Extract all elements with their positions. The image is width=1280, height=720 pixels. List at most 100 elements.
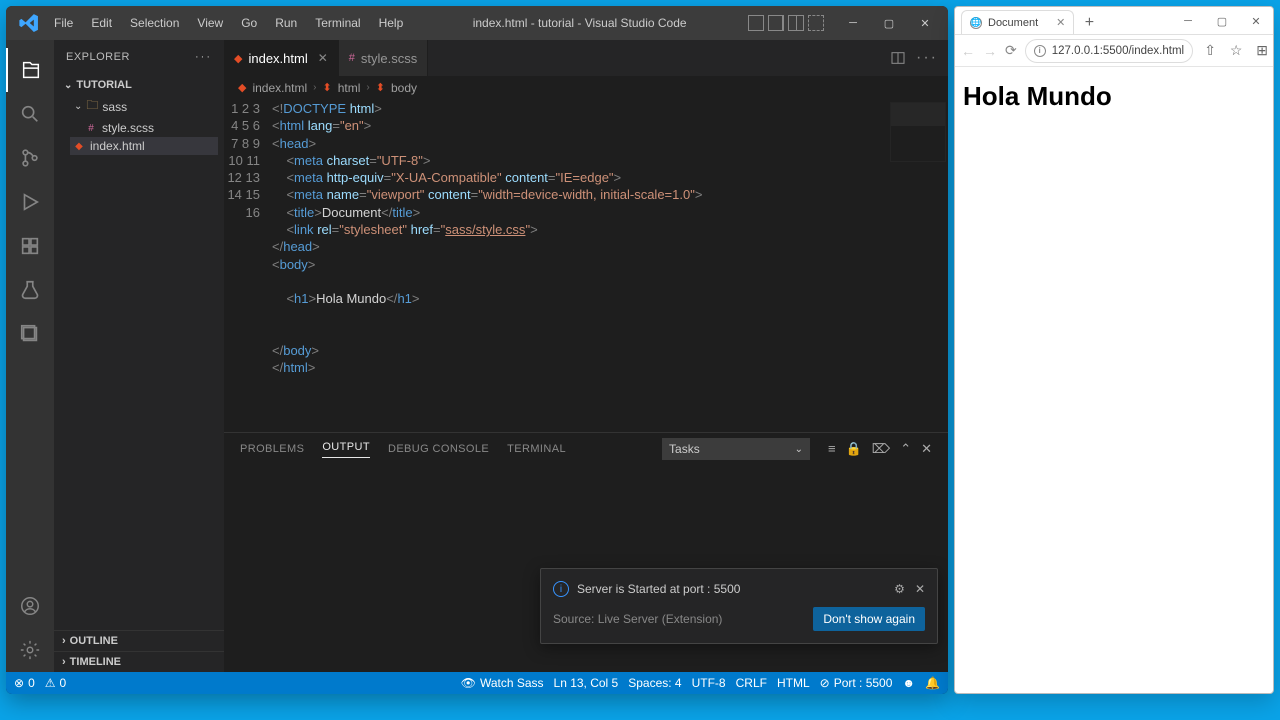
menu-bar: File Edit Selection View Go Run Terminal…	[46, 12, 411, 34]
panel-output[interactable]: OUTPUT	[322, 441, 370, 458]
minimize-button[interactable]: ─	[836, 9, 870, 37]
layout-icon[interactable]	[748, 15, 764, 31]
panel-clear-icon[interactable]: ⌦	[872, 441, 890, 457]
status-errors[interactable]: ⊗ 0	[14, 676, 35, 690]
toast-close-icon[interactable]: ✕	[915, 582, 925, 596]
run-debug-icon[interactable]	[6, 180, 54, 224]
status-warnings[interactable]: ⚠ 0	[45, 676, 66, 690]
timeline-section[interactable]: ›TIMELINE	[54, 651, 224, 672]
browser-maximize-button[interactable]: ▢	[1205, 8, 1239, 34]
accounts-icon[interactable]	[6, 584, 54, 628]
status-feedback-icon[interactable]: ☻	[902, 676, 915, 690]
address-bar[interactable]: i 127.0.0.1:5500/index.html	[1025, 39, 1193, 63]
editor-area: ◆ index.html ✕ # style.scss ··· ◆ index.…	[224, 40, 948, 672]
vscode-window: File Edit Selection View Go Run Terminal…	[6, 6, 948, 694]
layout-icon[interactable]	[788, 15, 804, 31]
code-lines[interactable]: <!DOCTYPE html> <html lang="en"> <head> …	[272, 100, 948, 432]
share-icon[interactable]: ⇧	[1201, 42, 1219, 60]
settings-icon[interactable]	[6, 628, 54, 672]
vscode-titlebar: File Edit Selection View Go Run Terminal…	[6, 6, 948, 40]
status-port[interactable]: ⊘ Port : 5500	[820, 676, 893, 690]
activity-bar	[6, 40, 54, 672]
status-bell-icon[interactable]: 🔔	[925, 676, 940, 690]
explorer-more-icon[interactable]: ···	[195, 51, 212, 63]
menu-view[interactable]: View	[189, 12, 231, 34]
tab-style-scss[interactable]: # style.scss	[339, 40, 428, 76]
menu-file[interactable]: File	[46, 12, 81, 34]
panel-debug-console[interactable]: DEBUG CONSOLE	[388, 443, 489, 455]
toast-message: Server is Started at port : 5500	[577, 582, 740, 596]
toast-gear-icon[interactable]: ⚙	[894, 582, 905, 596]
remote-icon[interactable]	[6, 312, 54, 356]
status-encoding[interactable]: UTF-8	[692, 676, 726, 690]
status-bar: ⊗ 0 ⚠ 0 👁 Watch Sass Ln 13, Col 5 Spaces…	[6, 672, 948, 694]
code-editor[interactable]: 1 2 3 4 5 6 7 8 9 10 11 12 13 14 15 16 <…	[224, 100, 948, 432]
browser-minimize-button[interactable]: ─	[1171, 8, 1205, 34]
status-eol[interactable]: CRLF	[736, 676, 767, 690]
extensions-icon[interactable]	[6, 224, 54, 268]
panel-terminal[interactable]: TERMINAL	[507, 443, 566, 455]
dont-show-again-button[interactable]: Don't show again	[813, 607, 925, 631]
explorer-icon[interactable]	[6, 48, 54, 92]
folder-sass[interactable]: ⌄🗀sass	[70, 94, 218, 119]
project-section[interactable]: ⌄TUTORIAL	[60, 76, 218, 94]
status-language[interactable]: HTML	[777, 676, 810, 690]
menu-go[interactable]: Go	[233, 12, 265, 34]
close-button[interactable]: ✕	[908, 9, 942, 37]
menu-run[interactable]: Run	[267, 12, 305, 34]
status-watch-sass[interactable]: 👁 Watch Sass	[461, 676, 544, 690]
breadcrumbs[interactable]: ◆ index.html› ⬍ html› ⬍ body	[224, 76, 948, 100]
panel-close-icon[interactable]: ✕	[921, 441, 932, 457]
panel-expand-icon[interactable]: ⌃	[900, 441, 911, 457]
toast-source: Source: Live Server (Extension)	[553, 612, 722, 626]
panel-list-icon[interactable]: ≡	[828, 441, 836, 457]
reload-button[interactable]: ⟳	[1005, 40, 1017, 62]
window-title: index.html - tutorial - Visual Studio Co…	[411, 16, 748, 30]
status-spaces[interactable]: Spaces: 4	[628, 676, 681, 690]
line-gutter: 1 2 3 4 5 6 7 8 9 10 11 12 13 14 15 16	[224, 100, 272, 432]
extension-icon[interactable]: ⊞	[1253, 42, 1271, 60]
menu-edit[interactable]: Edit	[83, 12, 120, 34]
vscode-logo-icon	[18, 12, 40, 34]
browser-window: 🌐 Document ✕ + ─ ▢ ✕ ← → ⟳ i 127.0.0.1:5…	[954, 6, 1274, 694]
notification-toast: i Server is Started at port : 5500 ⚙ ✕ S…	[540, 568, 938, 644]
output-channel-select[interactable]: Tasks⌄	[662, 438, 810, 460]
browser-close-button[interactable]: ✕	[1239, 8, 1273, 34]
menu-help[interactable]: Help	[371, 12, 412, 34]
panel-lock-icon[interactable]: 🔒	[846, 441, 862, 457]
close-tab-icon[interactable]: ✕	[1056, 16, 1065, 29]
browser-tab[interactable]: 🌐 Document ✕	[961, 10, 1074, 34]
file-style-scss[interactable]: #style.scss	[70, 119, 218, 137]
status-cursor-pos[interactable]: Ln 13, Col 5	[554, 676, 619, 690]
minimap[interactable]	[890, 102, 946, 162]
bookmark-icon[interactable]: ☆	[1227, 42, 1245, 60]
browser-page: Hola Mundo	[955, 67, 1273, 693]
file-index-html[interactable]: ◆index.html	[70, 137, 218, 155]
page-favicon-icon: 🌐	[970, 17, 982, 29]
panel-problems[interactable]: PROBLEMS	[240, 443, 304, 455]
new-tab-button[interactable]: +	[1078, 12, 1100, 34]
layout-controls	[748, 15, 824, 31]
search-icon[interactable]	[6, 92, 54, 136]
layout-icon[interactable]	[808, 15, 824, 31]
menu-selection[interactable]: Selection	[122, 12, 187, 34]
source-control-icon[interactable]	[6, 136, 54, 180]
browser-toolbar: ← → ⟳ i 127.0.0.1:5500/index.html ⇧ ☆ ⊞ …	[955, 35, 1273, 67]
menu-terminal[interactable]: Terminal	[307, 12, 368, 34]
editor-more-icon[interactable]: ···	[916, 49, 938, 67]
info-icon: i	[553, 581, 569, 597]
tab-index-html[interactable]: ◆ index.html ✕	[224, 40, 339, 76]
layout-icon[interactable]	[768, 15, 784, 31]
explorer-title: EXPLORER	[66, 51, 130, 63]
close-tab-icon[interactable]: ✕	[318, 51, 328, 65]
forward-button[interactable]: →	[983, 40, 997, 62]
maximize-button[interactable]: ▢	[872, 9, 906, 37]
browser-tabbar: 🌐 Document ✕ + ─ ▢ ✕	[955, 7, 1273, 35]
page-heading: Hola Mundo	[963, 81, 1265, 112]
site-info-icon[interactable]: i	[1034, 45, 1046, 57]
outline-section[interactable]: ›OUTLINE	[54, 630, 224, 651]
split-editor-icon[interactable]	[890, 50, 906, 66]
back-button[interactable]: ←	[961, 40, 975, 62]
testing-icon[interactable]	[6, 268, 54, 312]
explorer-sidebar: EXPLORER ··· ⌄TUTORIAL ⌄🗀sass #style.scs…	[54, 40, 224, 672]
